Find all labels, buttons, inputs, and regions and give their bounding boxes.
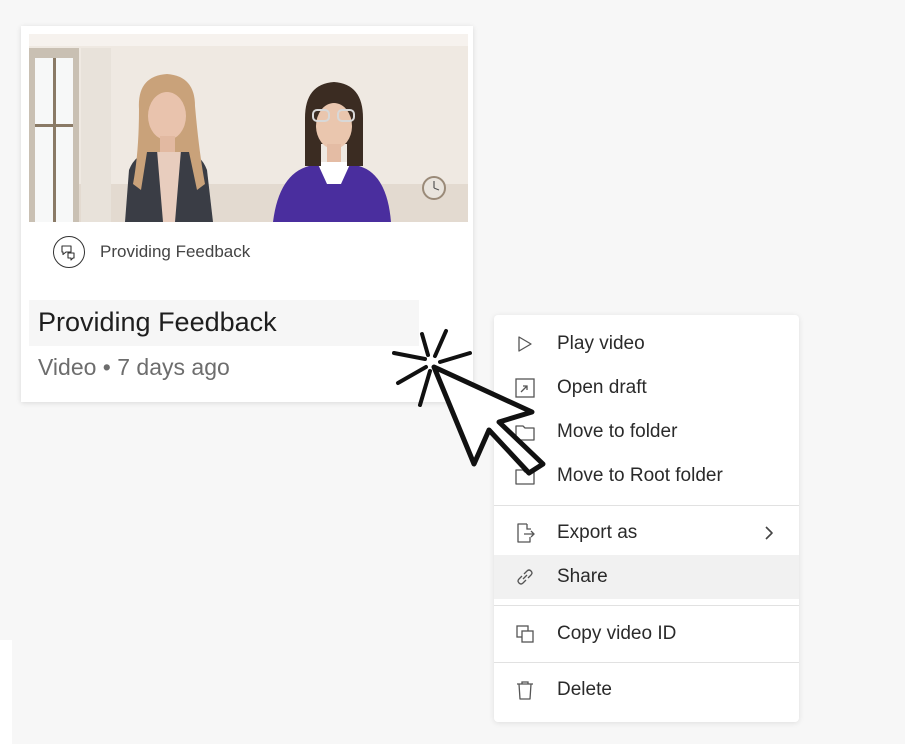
menu-item-label: Open draft <box>557 377 647 398</box>
chevron-right-icon <box>765 526 773 540</box>
menu-item-label: Move to folder <box>557 421 678 442</box>
link-icon <box>517 569 533 585</box>
menu-item-delete[interactable]: Delete <box>494 668 799 712</box>
menu-item-label: Share <box>557 566 608 587</box>
chat-bubbles-icon <box>53 236 85 268</box>
menu-item-label: Delete <box>557 679 612 700</box>
menu-divider <box>494 662 799 663</box>
template-row: Providing Feedback <box>53 234 250 270</box>
export-icon <box>517 523 535 543</box>
menu-item-label: Move to Root folder <box>557 465 723 486</box>
video-thumbnail[interactable] <box>29 34 468 222</box>
menu-item-copy-video-id[interactable]: Copy video ID <box>494 612 799 656</box>
menu-item-label: Copy video ID <box>557 623 677 644</box>
menu-item-share[interactable]: Share <box>494 555 799 599</box>
menu-item-label: Play video <box>557 333 645 354</box>
copy-icon <box>516 625 534 643</box>
video-meta: Video • 7 days ago <box>38 354 230 380</box>
menu-divider <box>494 505 799 506</box>
click-cursor-icon <box>392 329 546 476</box>
video-title[interactable]: Providing Feedback <box>38 307 277 338</box>
template-label: Providing Feedback <box>100 242 251 261</box>
menu-item-export-as[interactable]: Export as <box>494 511 799 555</box>
background-strip <box>0 640 12 744</box>
thumbnail-image <box>29 34 468 222</box>
menu-divider <box>494 605 799 606</box>
menu-item-label: Export as <box>557 522 638 543</box>
trash-icon <box>517 681 533 700</box>
